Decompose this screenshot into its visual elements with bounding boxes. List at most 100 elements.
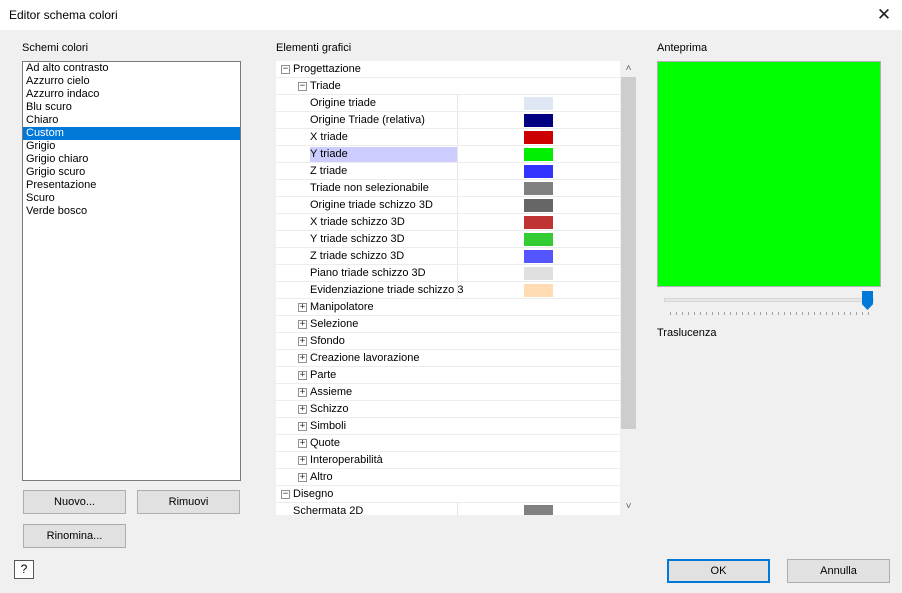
- elements-tree[interactable]: − Progettazione − Triade Origine triade Origi…: [276, 61, 637, 515]
- expand-icon[interactable]: +: [298, 337, 307, 346]
- tree-row-label: Origine Triade (relativa): [310, 114, 425, 126]
- tree-row-label: Schizzo: [310, 403, 349, 415]
- tree-row-label: Interoperabilità: [310, 454, 383, 466]
- scheme-item[interactable]: Grigio chiaro: [23, 153, 240, 166]
- color-swatch[interactable]: [524, 250, 553, 263]
- color-swatch[interactable]: [524, 267, 553, 280]
- scroll-thumb[interactable]: [621, 77, 636, 429]
- scheme-item[interactable]: Presentazione: [23, 179, 240, 192]
- color-swatch[interactable]: [524, 216, 553, 229]
- preview-swatch: [657, 61, 881, 287]
- tree-row[interactable]: + Selezione: [276, 316, 620, 333]
- tree-row[interactable]: X triade: [276, 129, 620, 146]
- color-swatch[interactable]: [524, 114, 553, 127]
- tree-row[interactable]: Piano triade schizzo 3D: [276, 265, 620, 282]
- tree-row[interactable]: + Parte: [276, 367, 620, 384]
- tree-row[interactable]: − Disegno: [276, 486, 620, 503]
- tree-row[interactable]: + Interoperabilità: [276, 452, 620, 469]
- tree-row[interactable]: + Sfondo: [276, 333, 620, 350]
- scroll-down-icon[interactable]: ˅: [620, 499, 637, 515]
- title-bar: Editor schema colori ✕: [0, 0, 902, 30]
- scheme-item[interactable]: Grigio scuro: [23, 166, 240, 179]
- tree-row-label: Origine triade schizzo 3D: [310, 199, 433, 211]
- scheme-item[interactable]: Custom: [23, 127, 240, 140]
- column-separator: [457, 112, 458, 128]
- ok-button[interactable]: OK: [667, 559, 770, 583]
- column-separator: [457, 503, 458, 515]
- tree-row[interactable]: X triade schizzo 3D: [276, 214, 620, 231]
- column-separator: [457, 180, 458, 196]
- translucency-slider-track[interactable]: [664, 298, 874, 302]
- expand-icon[interactable]: +: [298, 388, 307, 397]
- collapse-icon[interactable]: −: [298, 82, 307, 91]
- schemes-listbox[interactable]: Ad alto contrasto Azzurro cielo Azzurro in…: [22, 61, 241, 481]
- tree-row[interactable]: Schermata 2D: [276, 503, 620, 515]
- scroll-up-icon[interactable]: ˄: [620, 61, 637, 77]
- color-swatch[interactable]: [524, 182, 553, 195]
- tree-row[interactable]: Origine Triade (relativa): [276, 112, 620, 129]
- expand-icon[interactable]: +: [298, 354, 307, 363]
- expand-icon[interactable]: +: [298, 405, 307, 414]
- expand-icon[interactable]: +: [298, 473, 307, 482]
- cancel-button[interactable]: Annulla: [787, 559, 890, 583]
- scheme-item[interactable]: Chiaro: [23, 114, 240, 127]
- collapse-icon[interactable]: −: [281, 65, 290, 74]
- scheme-item[interactable]: Blu scuro: [23, 101, 240, 114]
- collapse-icon[interactable]: −: [281, 490, 290, 499]
- tree-row[interactable]: Triade non selezionabile: [276, 180, 620, 197]
- color-swatch[interactable]: [524, 165, 553, 178]
- tree-row[interactable]: + Creazione lavorazione: [276, 350, 620, 367]
- schemes-label: Schemi colori: [22, 42, 89, 54]
- tree-scrollbar[interactable]: ˄ ˅: [620, 61, 637, 515]
- scheme-item[interactable]: Ad alto contrasto: [23, 62, 240, 75]
- rename-button[interactable]: Rinomina...: [23, 524, 126, 548]
- tree-row[interactable]: + Quote: [276, 435, 620, 452]
- scheme-item[interactable]: Grigio: [23, 140, 240, 153]
- expand-icon[interactable]: +: [298, 456, 307, 465]
- tree-row[interactable]: − Triade: [276, 78, 620, 95]
- tree-row[interactable]: Z triade: [276, 163, 620, 180]
- color-swatch[interactable]: [524, 148, 553, 161]
- tree-row[interactable]: Y triade schizzo 3D: [276, 231, 620, 248]
- tree-row[interactable]: Y triade: [276, 146, 620, 163]
- translucency-slider-thumb[interactable]: [862, 291, 873, 310]
- tree-row[interactable]: + Schizzo: [276, 401, 620, 418]
- column-separator: [457, 129, 458, 145]
- expand-icon[interactable]: +: [298, 422, 307, 431]
- color-swatch[interactable]: [524, 131, 553, 144]
- tree-row[interactable]: + Altro: [276, 469, 620, 486]
- expand-icon[interactable]: +: [298, 371, 307, 380]
- scheme-item[interactable]: Scuro: [23, 192, 240, 205]
- scheme-item[interactable]: Azzurro cielo: [23, 75, 240, 88]
- help-icon[interactable]: ?: [14, 560, 34, 579]
- close-icon[interactable]: ✕: [874, 5, 894, 25]
- scheme-item[interactable]: Azzurro indaco: [23, 88, 240, 101]
- tree-row-label: Progettazione: [293, 63, 361, 75]
- tree-row[interactable]: − Progettazione: [276, 61, 620, 78]
- expand-icon[interactable]: +: [298, 320, 307, 329]
- scheme-item[interactable]: Verde bosco: [23, 205, 240, 218]
- tree-row-label: Altro: [310, 471, 333, 483]
- tree-row[interactable]: + Manipolatore: [276, 299, 620, 316]
- color-swatch[interactable]: [524, 505, 553, 515]
- tree-row[interactable]: + Assieme: [276, 384, 620, 401]
- tree-row[interactable]: Evidenziazione triade schizzo 3: [276, 282, 620, 299]
- slider-ticks: [670, 312, 870, 315]
- tree-row-label: Triade non selezionabile: [310, 182, 429, 194]
- tree-row[interactable]: Origine triade schizzo 3D: [276, 197, 620, 214]
- color-swatch[interactable]: [524, 233, 553, 246]
- new-button[interactable]: Nuovo...: [23, 490, 126, 514]
- elements-label: Elementi grafici: [276, 42, 352, 54]
- expand-icon[interactable]: +: [298, 439, 307, 448]
- color-swatch[interactable]: [524, 97, 553, 110]
- column-separator: [457, 95, 458, 111]
- tree-row-label: Selezione: [310, 318, 359, 330]
- tree-row[interactable]: Z triade schizzo 3D: [276, 248, 620, 265]
- color-swatch[interactable]: [524, 199, 553, 212]
- tree-row-label: Manipolatore: [310, 301, 374, 313]
- color-swatch[interactable]: [524, 284, 553, 297]
- remove-button[interactable]: Rimuovi: [137, 490, 240, 514]
- expand-icon[interactable]: +: [298, 303, 307, 312]
- tree-row[interactable]: + Simboli: [276, 418, 620, 435]
- tree-row[interactable]: Origine triade: [276, 95, 620, 112]
